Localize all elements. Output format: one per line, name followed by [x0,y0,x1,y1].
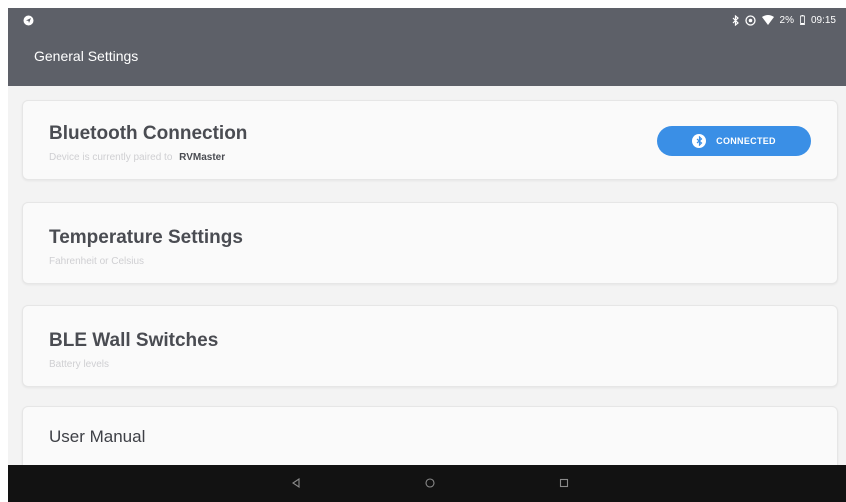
battery-percent: 2% [779,14,794,26]
connected-status-button[interactable]: CONNECTED [657,126,811,156]
status-bar-right: 2% 09:15 [732,13,836,27]
recents-icon[interactable] [556,475,572,491]
paired-device-text: Device is currently paired to [49,152,173,163]
bluetooth-icon [692,134,707,148]
app-bar: 2% 09:15 General Settings [8,8,846,86]
temperature-settings-card[interactable]: Temperature Settings Fahrenheit or Celsi… [22,202,838,284]
navigation-bar [8,465,846,502]
connected-label: CONNECTED [716,136,776,146]
page-title: General Settings [34,48,139,64]
paired-device-name: RVMaster [179,152,226,163]
wifi-icon [761,15,774,25]
back-icon[interactable] [288,475,304,491]
home-icon[interactable] [422,475,438,491]
do-not-disturb-icon [744,14,756,26]
battery-icon [800,15,805,25]
location-icon [22,14,34,26]
temperature-settings-title: Temperature Settings [49,227,243,248]
bluetooth-connection-title: Bluetooth Connection [49,123,248,144]
ble-wall-switches-subtitle: Battery levels [49,359,110,370]
bluetooth-connection-card[interactable]: Bluetooth Connection Device is currently… [22,100,838,180]
temperature-settings-subtitle: Fahrenheit or Celsius [49,256,145,267]
clock: 09:15 [810,14,836,26]
bluetooth-status-icon [732,14,739,26]
user-manual-title: User Manual [49,427,146,446]
ble-wall-switches-card[interactable]: BLE Wall Switches Battery levels [22,305,838,387]
device-screen: 2% 09:15 General Settings Bluetooth Conn… [8,8,846,502]
bluetooth-connection-subtitle: Device is currently paired to RVMaster [49,152,225,163]
ble-wall-switches-title: BLE Wall Switches [49,330,219,351]
